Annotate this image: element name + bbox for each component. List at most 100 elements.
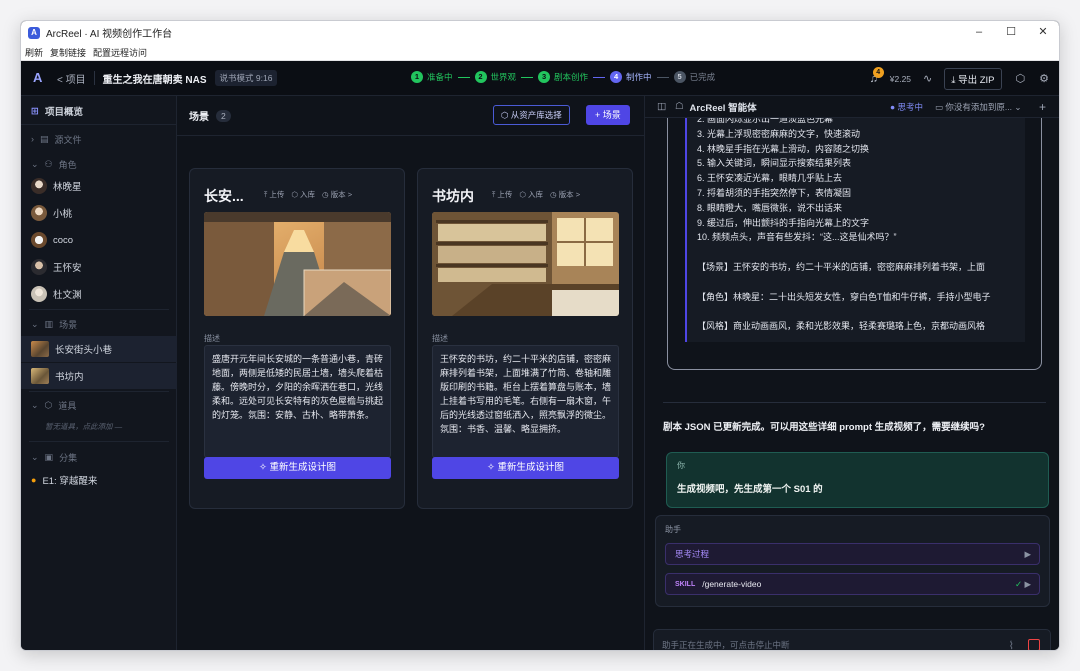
scene-count-badge: 2 [216,109,231,122]
check-icon: ✓ ▶ [1014,578,1031,589]
menu-bar: 刷新 复制链接 配置远程访问 [21,44,1059,61]
skill-name: /generate-video [702,579,762,589]
role-name: 林晚星 [53,182,82,193]
assistant-label: 助手 [665,525,681,534]
scene-design-image[interactable] [204,212,391,316]
sidebar-item-role[interactable]: 小桃 [21,203,177,223]
status-dot-icon: ● [31,475,37,485]
settings-gear-icon[interactable]: ⚙ [1039,72,1049,85]
chat-input-placeholder: 助手正在生成中，可点击停止中断 [662,640,790,650]
page-title: 场景 [189,112,209,123]
regenerate-design-button[interactable]: ✧ 重新生成设计图 [432,457,619,479]
package-icon: ⬡ [501,110,511,120]
step-1-label[interactable]: 准备中 [427,71,453,83]
paperclip-icon[interactable]: ⌇ [1009,639,1014,651]
agent-title: ArcReel 智能体 [689,102,757,114]
versions-button[interactable]: ◷ 版本 > [322,189,352,200]
chevron-right-icon: › [31,134,34,144]
episode-name: E1: 穿越醒来 [42,476,98,487]
sidebar-toggle-icon[interactable]: ◫ [657,101,666,112]
save-to-library-label: 入库 [528,190,544,199]
code-line: 6. 王怀安凑近光幕，眼睛几乎贴上去 [697,173,843,184]
select-from-library-button[interactable]: ⬡ 从资产库选择 [493,105,570,125]
export-zip-button[interactable]: ⤓ 导出 ZIP [944,67,1002,90]
sidebar-item-role[interactable]: 王怀安 [21,257,177,277]
sidebar-item-scene[interactable]: 书坊内 [21,363,177,389]
upload-button[interactable]: ⤒ 上传 [492,189,512,200]
select-from-library-label: 从资产库选择 [510,110,562,120]
context-selector[interactable]: ▭ 你没有添加到原... ⌄ [935,101,1021,113]
upload-label: 上传 [497,190,513,199]
avatar [31,259,47,275]
scene-name: 长安街头小巷 [55,345,113,356]
code-line: 8. 眼睛瞪大，嘴唇微张，说不出话来 [697,202,843,213]
description-label: 描述 [204,334,220,343]
divider [29,441,169,442]
chat-input[interactable]: 助手正在生成中，可点击停止中断 ⌇ [653,629,1051,651]
save-to-library-button[interactable]: ⬡ 入库 [291,189,315,200]
close-button[interactable]: ✕ [1026,21,1059,44]
add-prop-link[interactable]: 暂无道具，点此添加 — [21,416,177,436]
sidebar-item-episode[interactable]: ● E1: 穿越醒来 [21,470,177,490]
step-4-label[interactable]: 制作中 [626,71,652,83]
scene-design-image[interactable] [432,212,619,316]
sidebar-item-role[interactable]: 杜文渊 [21,284,177,304]
avatar [31,232,47,248]
code-line: 【风格】商业动画画风，柔和光影效果，轻柔赛璐珞上色，京都动画风格 [697,321,986,332]
sidebar-section-scenes[interactable]: ⌄ ▥ 场景 [21,314,177,334]
package-icon[interactable]: ⬡ [1016,72,1026,85]
notification-bell-icon[interactable]: ♫ 4 [866,66,884,85]
activity-icon[interactable]: ∿ [923,72,932,85]
sidebar-source-label: 源文件 [54,134,82,145]
menu-refresh[interactable]: 刷新 [25,46,43,59]
step-3-label[interactable]: 剧本创作 [554,71,588,83]
sidebar-item-role[interactable]: coco [21,230,177,250]
app-window: A ArcReel · AI 视频创作工作台 – ☐ ✕ 刷新 复制链接 配置远… [20,20,1060,651]
step-5-dot: 5 [673,71,686,83]
code-line: 【场景】王怀安的书坊，约二十平米的店铺，密密麻麻排列着书架，上面 [697,261,986,272]
upload-button[interactable]: ⤒ 上传 [264,189,284,200]
chevron-down-icon: ⌄ [31,158,39,169]
step-connector [457,76,470,78]
package-icon: ⬡ [291,190,301,199]
sidebar-item-scene[interactable]: 长安街头小巷 [21,336,177,362]
add-scene-button[interactable]: + 场景 [586,105,630,125]
save-to-library-label: 入库 [300,190,316,199]
scene-description[interactable]: 王怀安的书坊，约二十平米的店铺，密密麻麻排列着书架，上面堆满了竹简、卷轴和雕版印… [432,345,619,458]
tool-output-text[interactable]: 2. 画面闪烁显示出一道淡蓝色光幕 3. 光幕上浮现密密麻麻的文字，快速滚动 4… [685,118,1025,342]
user-message-text: 生成视频吧，先生成第一个 S01 的 [677,484,823,495]
code-line: 7. 捋着胡须的手指突然停下，表情凝固 [697,187,852,198]
context-selector-label: 你没有添加到原... [945,101,1012,112]
scene-description[interactable]: 盛唐开元年间长安城的一条普通小巷，青砖地面，两侧是低矮的民居土墙，墙头爬着枯藤。… [204,345,391,458]
menu-copy-link[interactable]: 复制链接 [50,46,86,59]
divider [29,391,169,392]
new-chat-button[interactable]: + [1039,100,1046,114]
step-5-label[interactable]: 已完成 [690,71,716,83]
sidebar-section-episodes[interactable]: ⌄ ▣ 分集 [21,447,177,467]
sidebar-section-props[interactable]: ⌄ ⬡ 道具 [21,395,177,415]
regenerate-design-button[interactable]: ✧ 重新生成设计图 [204,457,391,479]
thinking-process-toggle[interactable]: 思考过程 ▶ [665,543,1040,565]
step-2-label[interactable]: 世界观 [491,71,517,83]
sidebar-item-role[interactable]: 林晚星 [21,176,177,196]
back-to-projects-link[interactable]: < 项目 [57,71,86,86]
maximize-button[interactable]: ☐ [994,21,1028,44]
sidebar-section-roles[interactable]: ⌄ ⚇ 角色 [21,154,177,174]
sidebar-item-overview[interactable]: ⊞ 项目概览 [21,101,177,121]
film-icon: ▣ [44,451,54,462]
versions-button[interactable]: ◷ 版本 > [550,189,580,200]
save-to-library-button[interactable]: ⬡ 入库 [519,189,543,200]
chevron-down-icon: ⌄ [1012,101,1022,112]
assistant-block: 助手 思考过程 ▶ SKILL /generate-video ✓ ▶ [655,515,1050,607]
window-title: ArcReel · AI 视频创作工作台 [46,29,173,40]
sidebar-section-source[interactable]: › ▤ 源文件 [21,129,177,149]
history-icon: ◷ [322,190,331,199]
chevron-down-icon: ⌄ [31,451,39,462]
minimize-button[interactable]: – [962,21,996,44]
step-connector [656,76,669,78]
stop-icon[interactable] [1028,639,1040,650]
thinking-label: 思考过程 [675,549,710,559]
menu-remote-access[interactable]: 配置远程访问 [93,46,147,59]
skill-call[interactable]: SKILL /generate-video ✓ ▶ [665,573,1040,595]
